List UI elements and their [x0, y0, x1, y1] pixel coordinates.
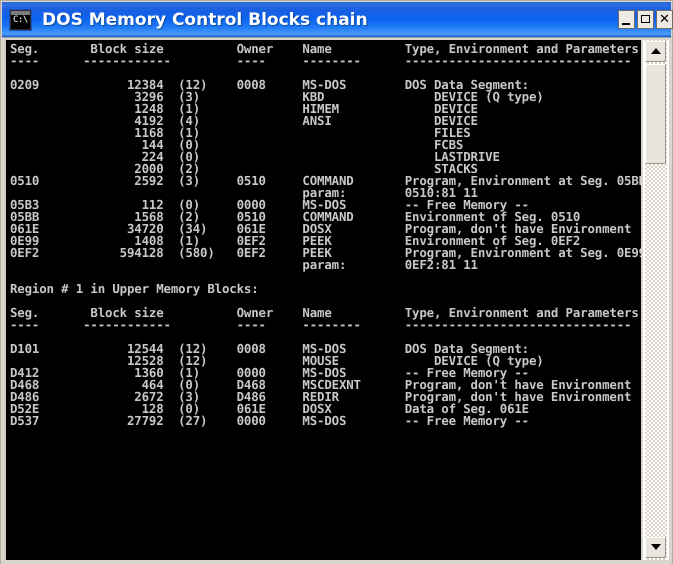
- window-title: DOS Memory Control Blocks chain: [42, 10, 368, 30]
- minimize-button[interactable]: [618, 10, 635, 29]
- scroll-up-button[interactable]: [645, 41, 666, 62]
- title-bar[interactable]: C:\ DOS Memory Control Blocks chain ✕: [2, 2, 673, 38]
- application-window: C:\ DOS Memory Control Blocks chain ✕ Se…: [0, 0, 673, 564]
- chevron-up-icon: [651, 48, 661, 54]
- console-output-area[interactable]: Seg. Block size Owner Name Type, Environ…: [4, 40, 641, 560]
- maximize-icon: [641, 15, 650, 23]
- maximize-button[interactable]: [637, 10, 654, 29]
- scroll-down-button[interactable]: [645, 537, 666, 558]
- console-icon: C:\: [10, 10, 31, 30]
- window-client-area: Seg. Block size Owner Name Type, Environ…: [2, 38, 671, 564]
- console-text: Seg. Block size Owner Name Type, Environ…: [10, 41, 641, 428]
- scrollbar-thumb[interactable]: [645, 64, 666, 164]
- console-icon-prompt: C:\: [13, 15, 28, 25]
- vertical-scrollbar[interactable]: [643, 40, 669, 560]
- close-button[interactable]: ✕: [656, 10, 673, 29]
- chevron-down-icon: [651, 544, 661, 550]
- minimize-icon: [622, 23, 630, 25]
